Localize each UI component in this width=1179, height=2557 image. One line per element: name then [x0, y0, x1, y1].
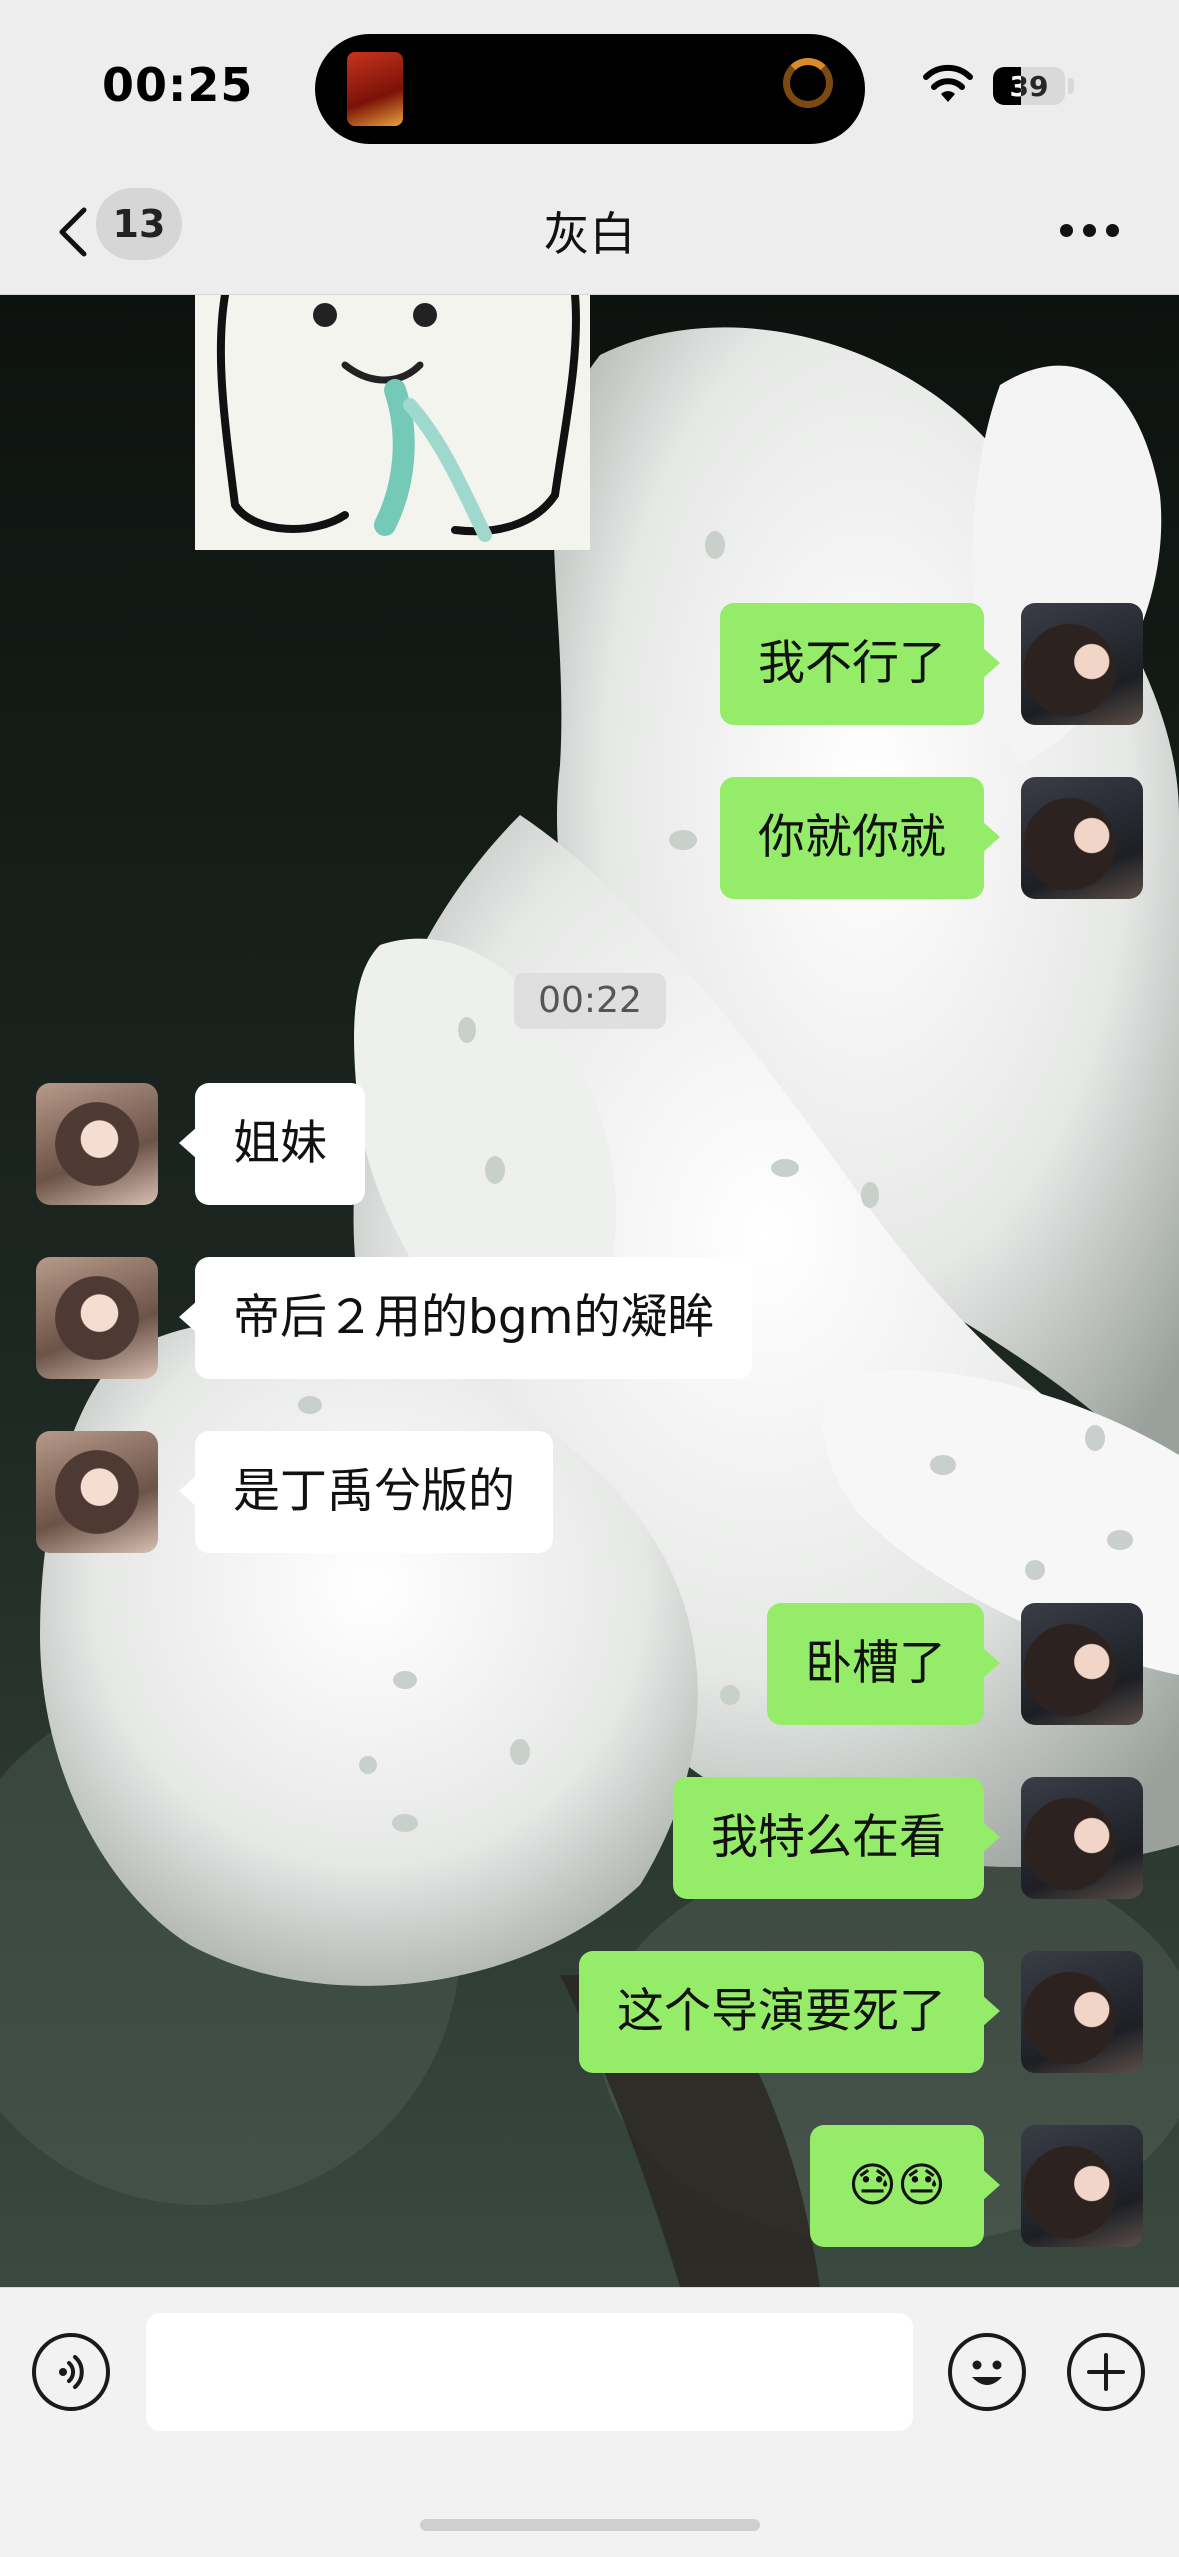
input-bar — [0, 2287, 1179, 2557]
message-input[interactable] — [146, 2313, 913, 2431]
voice-icon[interactable] — [32, 2333, 110, 2411]
sticker-image[interactable] — [195, 295, 590, 550]
battery-cap — [1068, 78, 1074, 94]
dynamic-island[interactable] — [315, 34, 865, 144]
wifi-icon — [923, 64, 973, 102]
outgoing-message-bubble[interactable]: 你就你就 — [720, 777, 1000, 899]
outgoing-message-bubble[interactable]: 我不行了 — [720, 603, 1000, 725]
incoming-message-bubble[interactable]: 是丁禹兮版的 — [179, 1431, 553, 1553]
now-playing-thumbnail — [347, 52, 403, 126]
incoming-message-bubble[interactable]: 姐妹 — [179, 1083, 365, 1205]
my-avatar[interactable] — [1021, 603, 1143, 725]
battery-level: 39 — [1009, 70, 1049, 103]
contact-avatar[interactable] — [36, 1431, 158, 1553]
chat-header: 灰白 13 — [0, 170, 1179, 295]
outgoing-message-bubble[interactable]: 😓😓 — [810, 2125, 1000, 2247]
activity-ring-icon — [783, 58, 833, 108]
outgoing-message-bubble[interactable]: 我特么在看 — [673, 1777, 1000, 1899]
contact-avatar[interactable] — [36, 1257, 158, 1379]
status-time: 00:25 — [102, 58, 254, 112]
my-avatar[interactable] — [1021, 777, 1143, 899]
more-dots-icon[interactable] — [1060, 210, 1136, 250]
my-avatar[interactable] — [1021, 2125, 1143, 2247]
home-indicator[interactable] — [420, 2519, 760, 2531]
my-avatar[interactable] — [1021, 1777, 1143, 1899]
unread-count-badge[interactable]: 13 — [96, 188, 182, 260]
emoji-icon[interactable] — [948, 2333, 1026, 2411]
chat-area[interactable]: 我不行了你就你就姐妹帝后２用的bgm的凝眸 是丁禹兮版的卧槽了我特么在看这个导演要… — [0, 295, 1179, 2287]
my-avatar[interactable] — [1021, 1951, 1143, 2073]
my-avatar[interactable] — [1021, 1603, 1143, 1725]
battery-icon: 39 — [993, 67, 1065, 105]
outgoing-message-bubble[interactable]: 这个导演要死了 — [579, 1951, 1000, 2073]
outgoing-message-bubble[interactable]: 卧槽了 — [767, 1603, 1000, 1725]
status-bar: 00:25 39 — [0, 0, 1179, 170]
contact-avatar[interactable] — [36, 1083, 158, 1205]
message-timestamp: 00:22 — [514, 973, 666, 1029]
plus-icon[interactable] — [1067, 2333, 1145, 2411]
incoming-message-bubble[interactable]: 帝后２用的bgm的凝眸 — [178, 1257, 753, 1379]
